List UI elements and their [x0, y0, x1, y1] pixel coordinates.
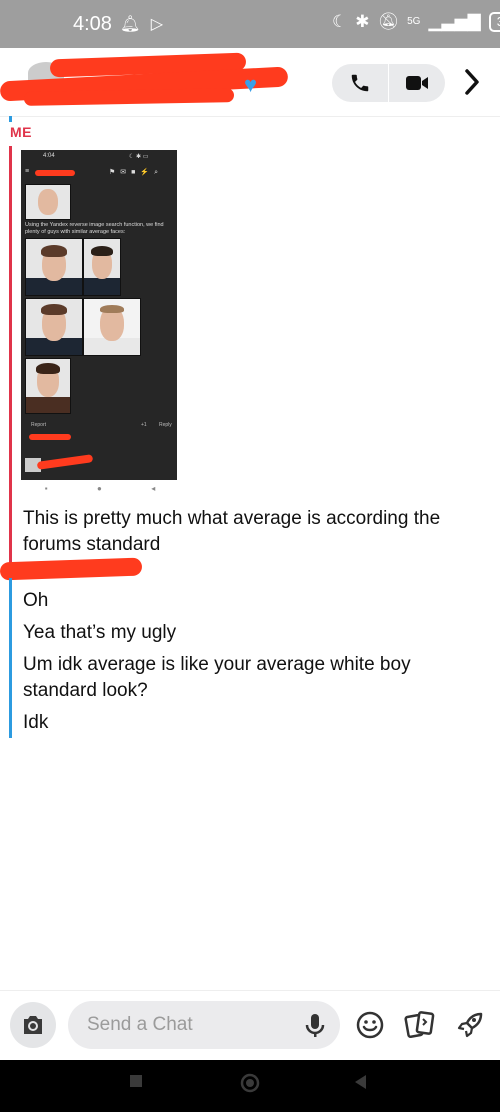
phone-icon — [351, 74, 369, 92]
redaction-mark — [23, 88, 235, 106]
message-accent-bar — [9, 146, 12, 564]
rocket-icon[interactable] — [455, 1010, 485, 1040]
video-camera-icon — [406, 76, 428, 90]
redaction-mark — [36, 454, 94, 470]
message-text-me: This is pretty much what average is acco… — [23, 508, 441, 555]
voice-call-button[interactable] — [332, 64, 388, 102]
embedded-status-icons: ☾ ✱ ▭ — [129, 154, 149, 160]
microphone-icon[interactable] — [304, 1013, 326, 1039]
embedded-caption: Using the Yandex reverse image search fu… — [25, 222, 164, 235]
bell-icon: 🔔︎ — [120, 16, 141, 33]
message-accent-bar — [9, 116, 12, 122]
moon-icon: ☾ — [332, 12, 348, 31]
chevron-right-icon[interactable] — [462, 68, 482, 96]
video-call-button[interactable] — [389, 64, 445, 102]
sender-label-me: ME — [10, 124, 32, 140]
message-text-them: Idk — [23, 712, 49, 733]
embedded-time: 4:04 — [43, 153, 55, 159]
status-icons: ☾ ✱ 🔕︎ 5G ▁▃▅▇ 35 — [332, 12, 500, 32]
circle-icon: ● — [96, 484, 102, 493]
square-icon: ▪ — [44, 484, 48, 493]
network-type: 5G — [407, 16, 421, 27]
camera-button[interactable] — [10, 1002, 56, 1048]
status-time: 4:08 — [73, 13, 112, 35]
face-photo — [25, 184, 71, 220]
recent-apps-icon[interactable] — [128, 1073, 144, 1089]
embedded-likes: +1 — [141, 422, 147, 428]
emoji-icon[interactable] — [355, 1010, 385, 1040]
shared-screenshot[interactable]: 4:04 ☾ ✱ ▭ ≡ ⚑✉■⚡⌕ Using the Yandex reve… — [21, 150, 177, 480]
message-text-them: Um idk average is like your average whit… — [23, 654, 411, 701]
redaction-mark — [35, 170, 75, 176]
bluetooth-icon: ✱ — [355, 12, 370, 31]
toolbar-icons: ⚑✉■⚡⌕ — [109, 169, 164, 176]
embedded-reply: Reply — [159, 422, 172, 428]
back-icon: ◂ — [151, 484, 156, 493]
redaction-mark — [0, 557, 143, 581]
call-buttons — [332, 64, 445, 102]
face-photo — [83, 238, 121, 296]
signal-icon: ▁▃▅▇ — [428, 12, 481, 31]
face-photo — [25, 358, 71, 414]
embedded-nav-bar: ▪ ● ◂ — [20, 484, 180, 494]
chat-input[interactable] — [68, 1001, 340, 1049]
cards-icon[interactable] — [404, 1010, 436, 1040]
play-icon: ▷ — [150, 16, 164, 33]
heart-emoji-icon: ♥ — [244, 72, 258, 97]
embedded-report: Report — [31, 422, 47, 428]
mute-icon: 🔕︎ — [377, 12, 400, 31]
face-photo — [83, 298, 141, 356]
menu-icon: ≡ — [25, 168, 30, 175]
redaction-mark — [29, 434, 71, 440]
face-photo — [25, 298, 83, 356]
home-icon[interactable] — [240, 1073, 260, 1093]
battery-icon: 35 — [488, 12, 500, 32]
embedded-status-bar: 4:04 ☾ ✱ ▭ — [21, 150, 177, 162]
camera-icon — [24, 1016, 42, 1034]
message-accent-bar — [9, 578, 12, 738]
chat-header: ♥ — [0, 48, 500, 117]
back-icon[interactable] — [352, 1073, 368, 1091]
notification-icons: 🔔︎ ▷ — [120, 14, 163, 34]
status-bar: 4:08 🔔︎ ▷ ☾ ✱ 🔕︎ 5G ▁▃▅▇ 35 — [0, 0, 500, 48]
face-photo — [25, 238, 83, 296]
message-text-them: Yea that’s my ugly — [23, 622, 177, 643]
message-text-them: Oh — [23, 590, 49, 611]
